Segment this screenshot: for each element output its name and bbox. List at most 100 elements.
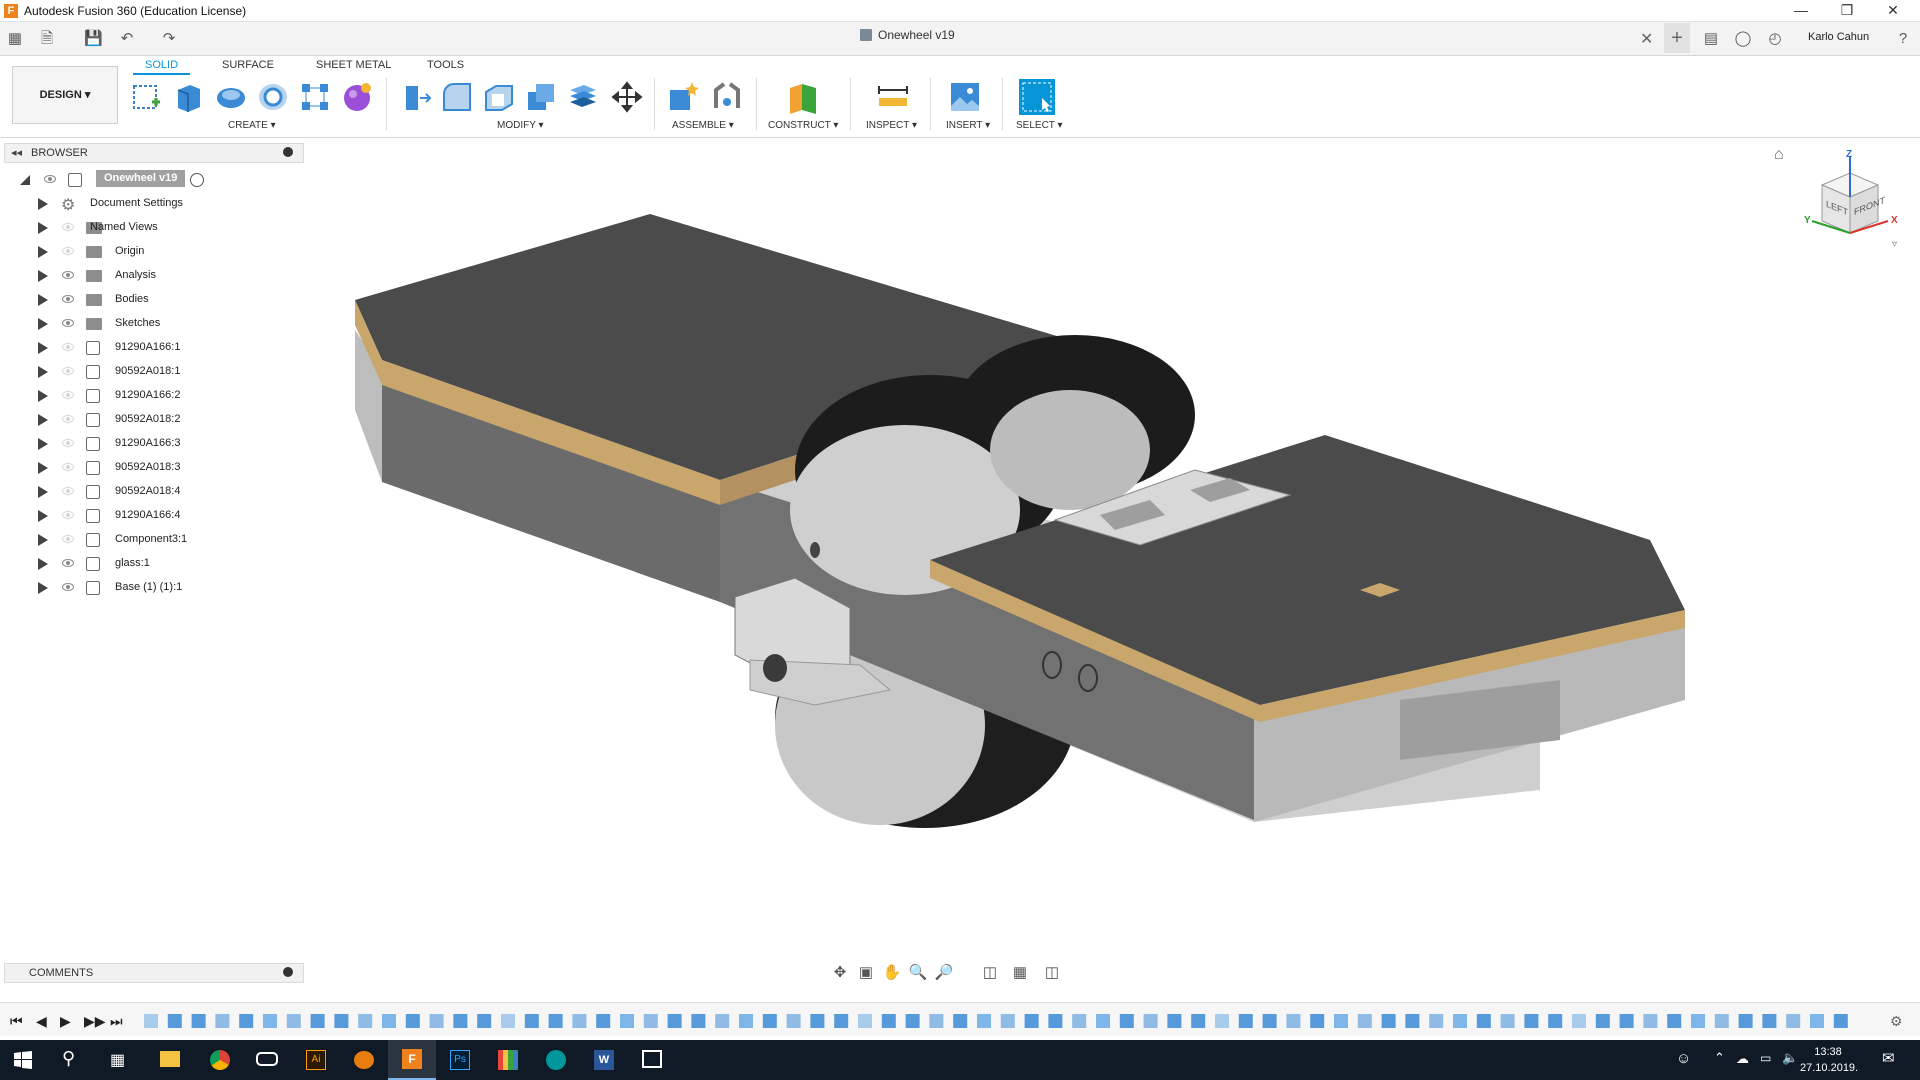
- revolve-icon[interactable]: [214, 80, 248, 114]
- photos-icon[interactable]: [628, 1040, 676, 1080]
- assemble-menu[interactable]: ASSEMBLE ▾: [672, 120, 734, 131]
- workspace-switcher[interactable]: DESIGN ▾: [12, 66, 118, 124]
- tab-sheet-metal[interactable]: SHEET METAL: [316, 59, 391, 71]
- vr-headset-icon[interactable]: [244, 1040, 292, 1080]
- timeline-feature-icon[interactable]: [881, 1014, 896, 1028]
- fit-zoom-window-icon[interactable]: 🔎: [934, 963, 954, 983]
- browser-item[interactable]: 91290A166:1: [0, 336, 300, 360]
- expand-triangle-icon[interactable]: [38, 222, 48, 234]
- grid-snaps-icon[interactable]: ▦: [1010, 963, 1030, 983]
- browser-root-row[interactable]: Onewheel v19: [0, 168, 300, 192]
- timeline-feature-icon[interactable]: [501, 1014, 515, 1028]
- timeline-feature-icon[interactable]: [667, 1014, 682, 1028]
- browser-item[interactable]: Named Views: [0, 216, 300, 240]
- timeline-feature-icon[interactable]: [1024, 1014, 1039, 1028]
- browser-options-icon[interactable]: [283, 147, 293, 157]
- timeline-back-icon[interactable]: ◀: [36, 1013, 47, 1030]
- timeline-feature-icon[interactable]: [1191, 1014, 1206, 1028]
- close-tab-icon[interactable]: ✕: [1640, 29, 1653, 49]
- timeline-feature-icon[interactable]: [524, 1014, 539, 1028]
- browser-item[interactable]: 90592A018:4: [0, 480, 300, 504]
- windows-start-icon[interactable]: [14, 1051, 32, 1069]
- inspect-menu[interactable]: INSPECT ▾: [866, 120, 917, 131]
- fusion360-taskbar-icon[interactable]: F: [388, 1040, 436, 1080]
- display-settings-icon[interactable]: ◫: [980, 963, 1000, 983]
- timeline-feature-icon[interactable]: [1500, 1014, 1515, 1028]
- timeline-feature-icon[interactable]: [358, 1014, 373, 1028]
- timeline-feature-icon[interactable]: [596, 1014, 611, 1028]
- browser-item[interactable]: 91290A166:4: [0, 504, 300, 528]
- timeline-feature-icon[interactable]: [858, 1014, 872, 1028]
- timeline-feature-icon[interactable]: [1238, 1014, 1253, 1028]
- restore-button[interactable]: ❐: [1824, 0, 1870, 22]
- expand-triangle-icon[interactable]: [38, 534, 48, 546]
- timeline-feature-icon[interactable]: [167, 1014, 182, 1028]
- canvas-viewport[interactable]: [305, 139, 1920, 989]
- timeline-feature-icon[interactable]: [405, 1014, 420, 1028]
- timeline-feature-icon[interactable]: [215, 1014, 230, 1028]
- timeline-feature-icon[interactable]: [739, 1014, 753, 1028]
- chrome-icon[interactable]: [196, 1040, 244, 1080]
- timeline-feature-icon[interactable]: [1619, 1014, 1634, 1028]
- timeline-play-icon[interactable]: ▶: [60, 1013, 71, 1030]
- timeline-feature-icon[interactable]: [1738, 1014, 1753, 1028]
- timeline-feature-icon[interactable]: [1833, 1014, 1848, 1028]
- timeline-feature-icon[interactable]: [1762, 1014, 1777, 1028]
- browser-item[interactable]: 91290A166:3: [0, 432, 300, 456]
- timeline-feature-icon[interactable]: [1453, 1014, 1467, 1028]
- close-window-button[interactable]: ✕: [1870, 0, 1916, 22]
- expand-triangle-icon[interactable]: [38, 462, 48, 474]
- timeline-feature-icon[interactable]: [1334, 1014, 1348, 1028]
- timeline-feature-icon[interactable]: [1667, 1014, 1682, 1028]
- user-account[interactable]: Karlo Cahun: [1808, 31, 1869, 43]
- timeline-feature-icon[interactable]: [762, 1014, 777, 1028]
- save-icon[interactable]: 💾: [84, 30, 103, 48]
- notifications-clock-icon[interactable]: ◴: [1766, 30, 1784, 48]
- timeline-feature-icon[interactable]: [1572, 1014, 1586, 1028]
- select-icon[interactable]: [1018, 78, 1056, 116]
- search-icon[interactable]: ⚲: [62, 1048, 75, 1069]
- timeline-feature-icon[interactable]: [953, 1014, 968, 1028]
- file-menu-icon[interactable]: 🗎: [38, 30, 56, 48]
- undo-icon[interactable]: ↶: [118, 30, 136, 48]
- visibility-eye-icon[interactable]: [62, 295, 74, 303]
- timeline-feature-icon[interactable]: [1595, 1014, 1610, 1028]
- people-icon[interactable]: ☺: [1676, 1050, 1691, 1067]
- insert-image-icon[interactable]: [948, 80, 982, 114]
- visibility-eye-icon[interactable]: [62, 487, 74, 495]
- network-icon[interactable]: ▭: [1760, 1051, 1771, 1065]
- extrude-icon[interactable]: [172, 80, 206, 114]
- timeline-feature-icon[interactable]: [1691, 1014, 1705, 1028]
- timeline-feature-icon[interactable]: [572, 1014, 587, 1028]
- file-explorer-icon[interactable]: [146, 1040, 194, 1080]
- illustrator-icon[interactable]: Ai: [292, 1040, 340, 1080]
- expand-triangle-icon[interactable]: [38, 318, 48, 330]
- construct-menu[interactable]: CONSTRUCT ▾: [768, 120, 838, 131]
- timeline-feature-icon[interactable]: [929, 1014, 944, 1028]
- expand-triangle-icon[interactable]: [38, 510, 48, 522]
- timeline-feature-icon[interactable]: [1405, 1014, 1420, 1028]
- timeline-end-icon[interactable]: ⏭: [110, 1013, 123, 1030]
- visibility-eye-icon[interactable]: [62, 247, 74, 255]
- timeline-feature-icon[interactable]: [834, 1014, 849, 1028]
- timeline-settings-gear-icon[interactable]: ⚙: [1890, 1013, 1903, 1030]
- task-view-icon[interactable]: ▦: [110, 1050, 125, 1070]
- timeline-feature-icon[interactable]: [1215, 1014, 1229, 1028]
- activate-radio-icon[interactable]: [190, 173, 204, 187]
- home-view-icon[interactable]: ⌂: [1774, 146, 1784, 164]
- timeline-feature-icon[interactable]: [1167, 1014, 1182, 1028]
- browser-item[interactable]: Base (1) (1):1: [0, 576, 300, 600]
- visibility-eye-icon[interactable]: [44, 175, 56, 183]
- timeline-feature-icon[interactable]: [286, 1014, 301, 1028]
- rectangular-pattern-icon[interactable]: [298, 80, 332, 114]
- browser-item[interactable]: 90592A018:1: [0, 360, 300, 384]
- select-menu[interactable]: SELECT ▾: [1016, 120, 1063, 131]
- split-body-icon[interactable]: [566, 80, 600, 114]
- tab-solid[interactable]: SOLID: [133, 59, 191, 75]
- expand-triangle-icon[interactable]: [38, 246, 48, 258]
- expand-triangle-icon[interactable]: [38, 270, 48, 282]
- timeline-forward-icon[interactable]: ▶▶: [84, 1013, 106, 1030]
- timeline-feature-icon[interactable]: [263, 1014, 277, 1028]
- visibility-eye-icon[interactable]: [62, 415, 74, 423]
- arduino-icon[interactable]: [532, 1040, 580, 1080]
